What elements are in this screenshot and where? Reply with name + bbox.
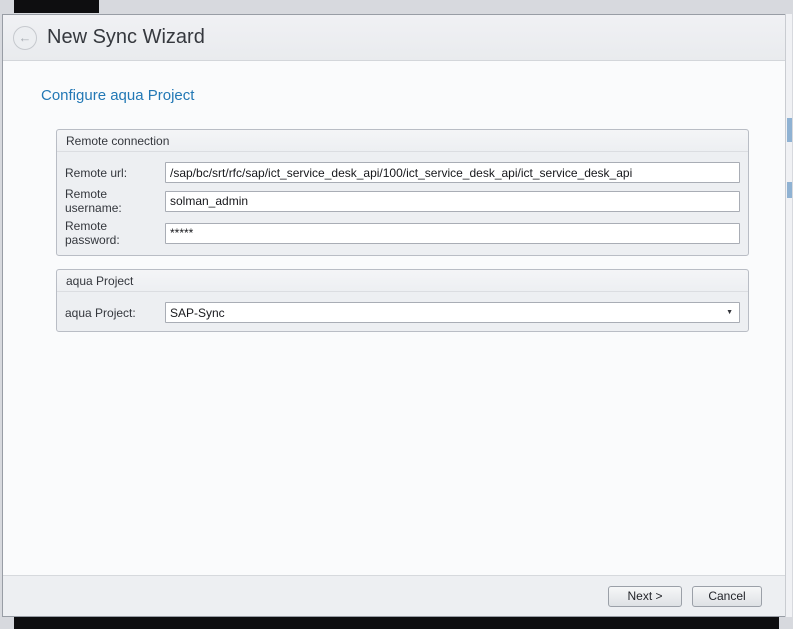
remote-connection-group: Remote connection Remote url: Remote use… bbox=[56, 129, 749, 256]
cancel-button[interactable]: Cancel bbox=[692, 586, 762, 607]
aqua-project-label: aqua Project: bbox=[65, 306, 165, 320]
remote-username-input[interactable] bbox=[165, 191, 740, 212]
next-button[interactable]: Next > bbox=[608, 586, 682, 607]
back-arrow-icon: ← bbox=[19, 31, 32, 44]
remote-password-row: Remote password: bbox=[65, 219, 740, 247]
scrollbar-thumb[interactable] bbox=[787, 118, 792, 142]
aqua-project-group-title: aqua Project bbox=[66, 274, 133, 288]
wizard-content: Configure aqua Project Remote connection… bbox=[3, 61, 790, 575]
wizard-window: ← New Sync Wizard Configure aqua Project… bbox=[2, 14, 791, 617]
aqua-project-group-header: aqua Project bbox=[57, 270, 748, 292]
wizard-header: ← New Sync Wizard bbox=[3, 15, 790, 61]
remote-username-label: Remote username: bbox=[65, 187, 165, 215]
scrollbar-marker bbox=[787, 182, 792, 198]
aqua-project-select[interactable]: SAP-Sync ▼ bbox=[165, 302, 740, 323]
remote-connection-group-header: Remote connection bbox=[57, 130, 748, 152]
page-title: Configure aqua Project bbox=[41, 87, 790, 104]
aqua-project-selected-value: SAP-Sync bbox=[170, 306, 225, 320]
remote-password-input[interactable] bbox=[165, 223, 740, 244]
background-dark-strip-bottom bbox=[14, 617, 779, 629]
footer-bar: Next > Cancel bbox=[3, 575, 790, 616]
remote-url-input[interactable] bbox=[165, 162, 740, 183]
remote-connection-group-title: Remote connection bbox=[66, 134, 169, 148]
remote-connection-group-body: Remote url: Remote username: Remote pass… bbox=[57, 152, 748, 255]
aqua-project-row: aqua Project: SAP-Sync ▼ bbox=[65, 302, 740, 323]
remote-url-label: Remote url: bbox=[65, 166, 165, 180]
remote-password-label: Remote password: bbox=[65, 219, 165, 247]
wizard-title: New Sync Wizard bbox=[47, 26, 205, 49]
scrollbar[interactable] bbox=[785, 14, 792, 617]
remote-url-row: Remote url: bbox=[65, 162, 740, 183]
aqua-project-group-body: aqua Project: SAP-Sync ▼ bbox=[57, 292, 748, 331]
chevron-down-icon: ▼ bbox=[726, 309, 733, 316]
remote-username-row: Remote username: bbox=[65, 187, 740, 215]
aqua-project-group: aqua Project aqua Project: SAP-Sync ▼ bbox=[56, 269, 749, 332]
back-button[interactable]: ← bbox=[13, 26, 37, 50]
background-dark-strip-top bbox=[14, 0, 99, 13]
